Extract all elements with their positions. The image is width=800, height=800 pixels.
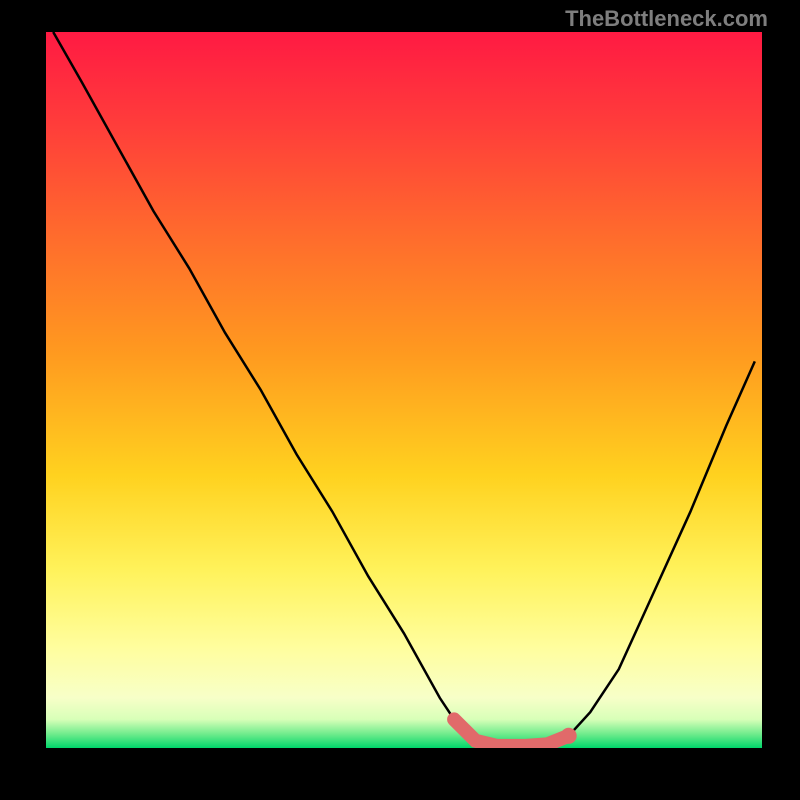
- curve-line: [53, 32, 755, 746]
- chart-svg: [46, 32, 762, 748]
- trough-highlight: [454, 719, 569, 746]
- plot-area: [46, 32, 762, 748]
- chart-frame: TheBottleneck.com: [0, 0, 800, 800]
- trough-end-dot: [561, 728, 577, 744]
- watermark-text: TheBottleneck.com: [565, 6, 768, 32]
